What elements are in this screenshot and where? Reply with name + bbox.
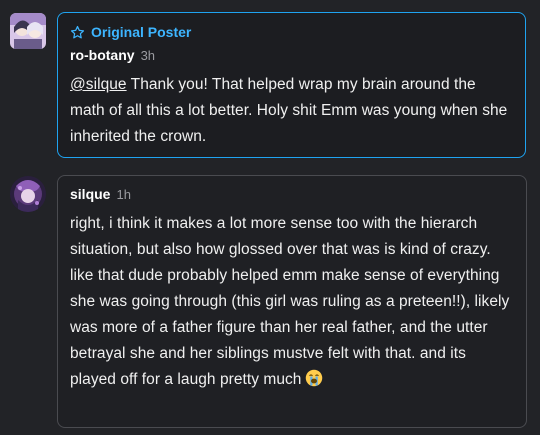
comment-meta: ro-botany 3h [70,47,513,67]
comment-original-poster: Original Poster ro-botany 3h @silque Tha… [57,12,526,158]
username[interactable]: ro-botany [70,47,135,63]
timestamp[interactable]: 3h [141,48,155,63]
timestamp[interactable]: 1h [116,187,130,202]
badge-label: Original Poster [91,24,192,40]
avatar-silque[interactable] [10,176,46,212]
original-poster-badge: Original Poster [70,23,513,41]
star-outline-icon [70,25,85,40]
avatar-image [10,176,46,212]
comment-body: right, i think it makes a lot more sense… [70,211,514,396]
loudly-crying-face-icon [305,369,323,396]
comment-text: right, i think it makes a lot more sense… [70,215,510,388]
comment-reply: silque 1h right, i think it makes a lot … [57,175,527,428]
comment-body: @silque Thank you! That helped wrap my b… [70,72,513,150]
username[interactable]: silque [70,186,110,202]
comment-thread: Original Poster ro-botany 3h @silque Tha… [0,0,540,435]
avatar-image [10,13,46,49]
comment-text: Thank you! That helped wrap my brain aro… [70,76,508,145]
mention-link[interactable]: @silque [70,76,127,93]
avatar-ro-botany[interactable] [10,13,46,49]
comment-meta: silque 1h [70,186,514,206]
